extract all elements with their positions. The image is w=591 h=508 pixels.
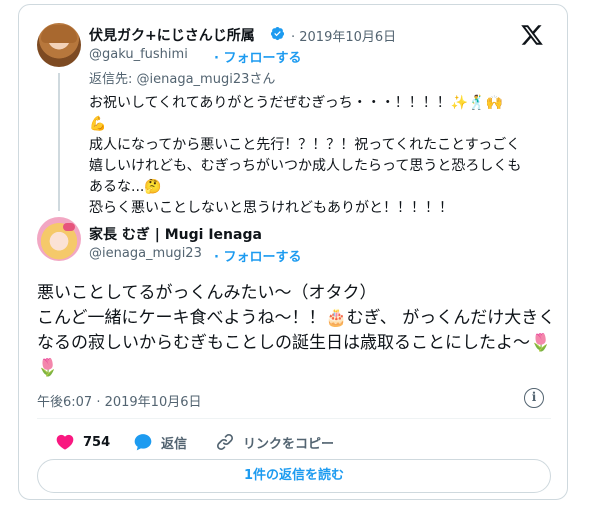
info-icon[interactable]: i	[524, 388, 544, 408]
main-tweet-text: 悪いことしてるがっくんみたい〜（オタク） こんど一緒にケーキ食べようね〜！！🎂む…	[37, 283, 556, 378]
parent-tweet-date[interactable]: · 2019年10月6日	[291, 26, 396, 45]
like-button[interactable]: 754	[55, 431, 110, 453]
reply-bubble-icon	[134, 434, 152, 451]
parent-author-avatar[interactable]	[37, 23, 81, 67]
reply-label: 返信	[161, 436, 188, 452]
read-replies-button[interactable]: 1件の返信を読む	[37, 459, 551, 493]
parent-follow-button[interactable]: · フォローする	[214, 47, 301, 66]
thread-line	[58, 73, 60, 211]
copy-link-label: リンクをコピー	[243, 436, 335, 452]
tweet-timestamp[interactable]: 午後6:07 · 2019年10月6日	[37, 391, 202, 410]
parent-author-name[interactable]: 伏見ガク+にじさんじ所属	[89, 25, 255, 45]
main-follow-button[interactable]: · フォローする	[214, 246, 301, 265]
like-count: 754	[83, 434, 111, 450]
x-logo-icon[interactable]	[519, 23, 545, 47]
divider	[37, 418, 551, 419]
tweet-card: 伏見ガク+にじさんじ所属 · 2019年10月6日 @gaku_fushimi …	[18, 4, 568, 500]
reply-to-label: 返信先: @ienaga_mugi23さん	[89, 72, 276, 87]
parent-tweet-text: お祝いしてくれてありがとうだぜむぎっち・・・！！！！✨🕺🙌 💪 成人になってから…	[89, 95, 522, 216]
reply-button[interactable]: 返信	[133, 431, 187, 453]
copy-link-button[interactable]: リンクをコピー	[215, 431, 334, 453]
main-author-handle[interactable]: @ienaga_mugi23	[89, 246, 202, 261]
heart-icon	[56, 434, 74, 450]
link-icon	[216, 433, 234, 451]
verified-badge-icon	[270, 26, 285, 41]
parent-author-handle[interactable]: @gaku_fushimi	[89, 47, 188, 62]
main-author-avatar[interactable]	[37, 217, 81, 261]
main-author-name[interactable]: 家長 むぎ | Mugi Ienaga	[89, 224, 262, 244]
